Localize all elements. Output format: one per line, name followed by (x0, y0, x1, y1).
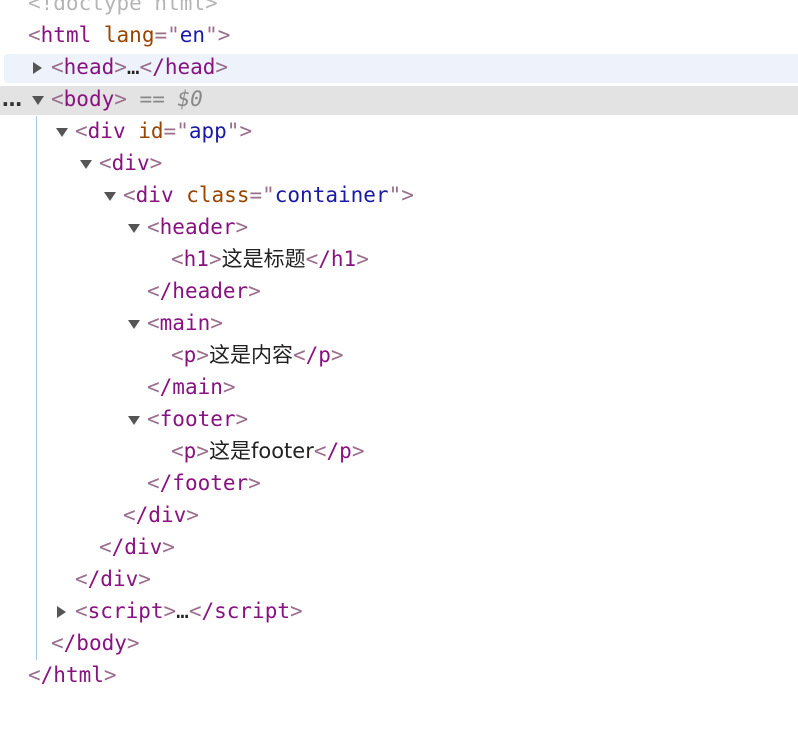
expand-script-icon[interactable] (57, 606, 66, 618)
div-container-tag-name: div (135, 183, 174, 207)
main-close-tag: /main (159, 375, 223, 399)
selected-node-marker: == $0 (139, 87, 203, 111)
html-tag-name: html (40, 23, 92, 47)
head-tag-name: head (63, 55, 115, 79)
collapse-body-icon[interactable] (32, 96, 44, 105)
footer-p-close-tag: /p (326, 439, 352, 463)
collapse-main-icon[interactable] (128, 320, 140, 329)
div-app-close-tag: /div (87, 567, 139, 591)
dom-tree-panel: <!doctype html> <html lang="en"> <head>…… (0, 0, 798, 730)
footer-close-node[interactable]: </footer> (147, 467, 261, 499)
head-node[interactable]: <head>…</head> (51, 51, 228, 83)
body-close-node[interactable]: </body> (51, 627, 140, 659)
div-plain-close-node[interactable]: </div> (99, 531, 175, 563)
body-tag-name: body (63, 87, 115, 111)
html-close-node[interactable]: </html> (28, 659, 117, 691)
main-p-close-tag: /p (305, 343, 331, 367)
div-plain-tag-name: div (111, 151, 150, 175)
div-container-close-node[interactable]: </div> (123, 499, 199, 531)
div-app-attr-value: app (188, 119, 227, 143)
footer-tag-name: footer (159, 407, 236, 431)
h1-node[interactable]: <h1>这是标题</h1> (171, 243, 369, 275)
div-app-close-node[interactable]: </div> (75, 563, 151, 595)
div-app-tag-name: div (87, 119, 126, 143)
html-attr-name: lang (103, 23, 155, 47)
collapse-div-container-icon[interactable] (104, 192, 116, 201)
body-open-node[interactable]: <body> == $0 (51, 83, 203, 115)
div-container-attr-name: class (186, 183, 250, 207)
footer-p-text: 这是footer (208, 439, 314, 463)
head-close-tag: /head (152, 55, 216, 79)
main-p-node[interactable]: <p>这是内容</p> (171, 339, 344, 371)
header-close-tag: /header (159, 279, 249, 303)
html-open-node[interactable]: <html lang="en"> (28, 19, 230, 51)
main-p-tag-name: p (183, 343, 197, 367)
footer-p-node[interactable]: <p>这是footer</p> (171, 435, 364, 467)
collapse-div-icon[interactable] (80, 160, 92, 169)
expand-head-icon[interactable] (33, 62, 42, 74)
h1-text: 这是标题 (221, 247, 306, 271)
script-tag-name: script (87, 599, 164, 623)
doctype-text: <!doctype html> (28, 0, 218, 15)
h1-close-tag: /h1 (318, 247, 357, 271)
doctype-node[interactable]: <!doctype html> (28, 0, 218, 19)
script-close-tag: /script (201, 599, 290, 623)
main-tag-name: main (159, 311, 211, 335)
div-app-open-node[interactable]: <div id="app"> (75, 115, 252, 147)
footer-close-tag: /footer (159, 471, 249, 495)
script-node[interactable]: <script>…</script> (75, 595, 303, 627)
div-app-attr-name: id (138, 119, 164, 143)
collapse-footer-icon[interactable] (128, 416, 140, 425)
div-container-open-node[interactable]: <div class="container"> (123, 179, 414, 211)
div-plain-close-tag: /div (111, 535, 163, 559)
body-indent-guide (36, 116, 37, 660)
header-tag-name: header (159, 215, 236, 239)
html-close-tag: /html (40, 663, 104, 687)
row-menu-ellipsis-icon[interactable]: … (2, 86, 23, 115)
html-attr-value: en (179, 23, 206, 47)
script-collapsed-ellipsis[interactable]: … (176, 599, 189, 623)
header-close-node[interactable]: </header> (147, 275, 261, 307)
div-container-close-tag: /div (135, 503, 187, 527)
head-collapsed-ellipsis[interactable]: … (127, 55, 140, 79)
header-open-node[interactable]: <header> (147, 211, 248, 243)
collapse-div-app-icon[interactable] (56, 128, 68, 137)
main-close-node[interactable]: </main> (147, 371, 236, 403)
body-close-tag: /body (63, 631, 127, 655)
main-open-node[interactable]: <main> (147, 307, 223, 339)
footer-p-tag-name: p (183, 439, 197, 463)
h1-tag-name: h1 (183, 247, 209, 271)
collapse-header-icon[interactable] (128, 224, 140, 233)
div-plain-open-node[interactable]: <div> (99, 147, 162, 179)
main-p-text: 这是内容 (208, 343, 293, 367)
footer-open-node[interactable]: <footer> (147, 403, 248, 435)
div-container-attr-value: container (274, 183, 389, 207)
